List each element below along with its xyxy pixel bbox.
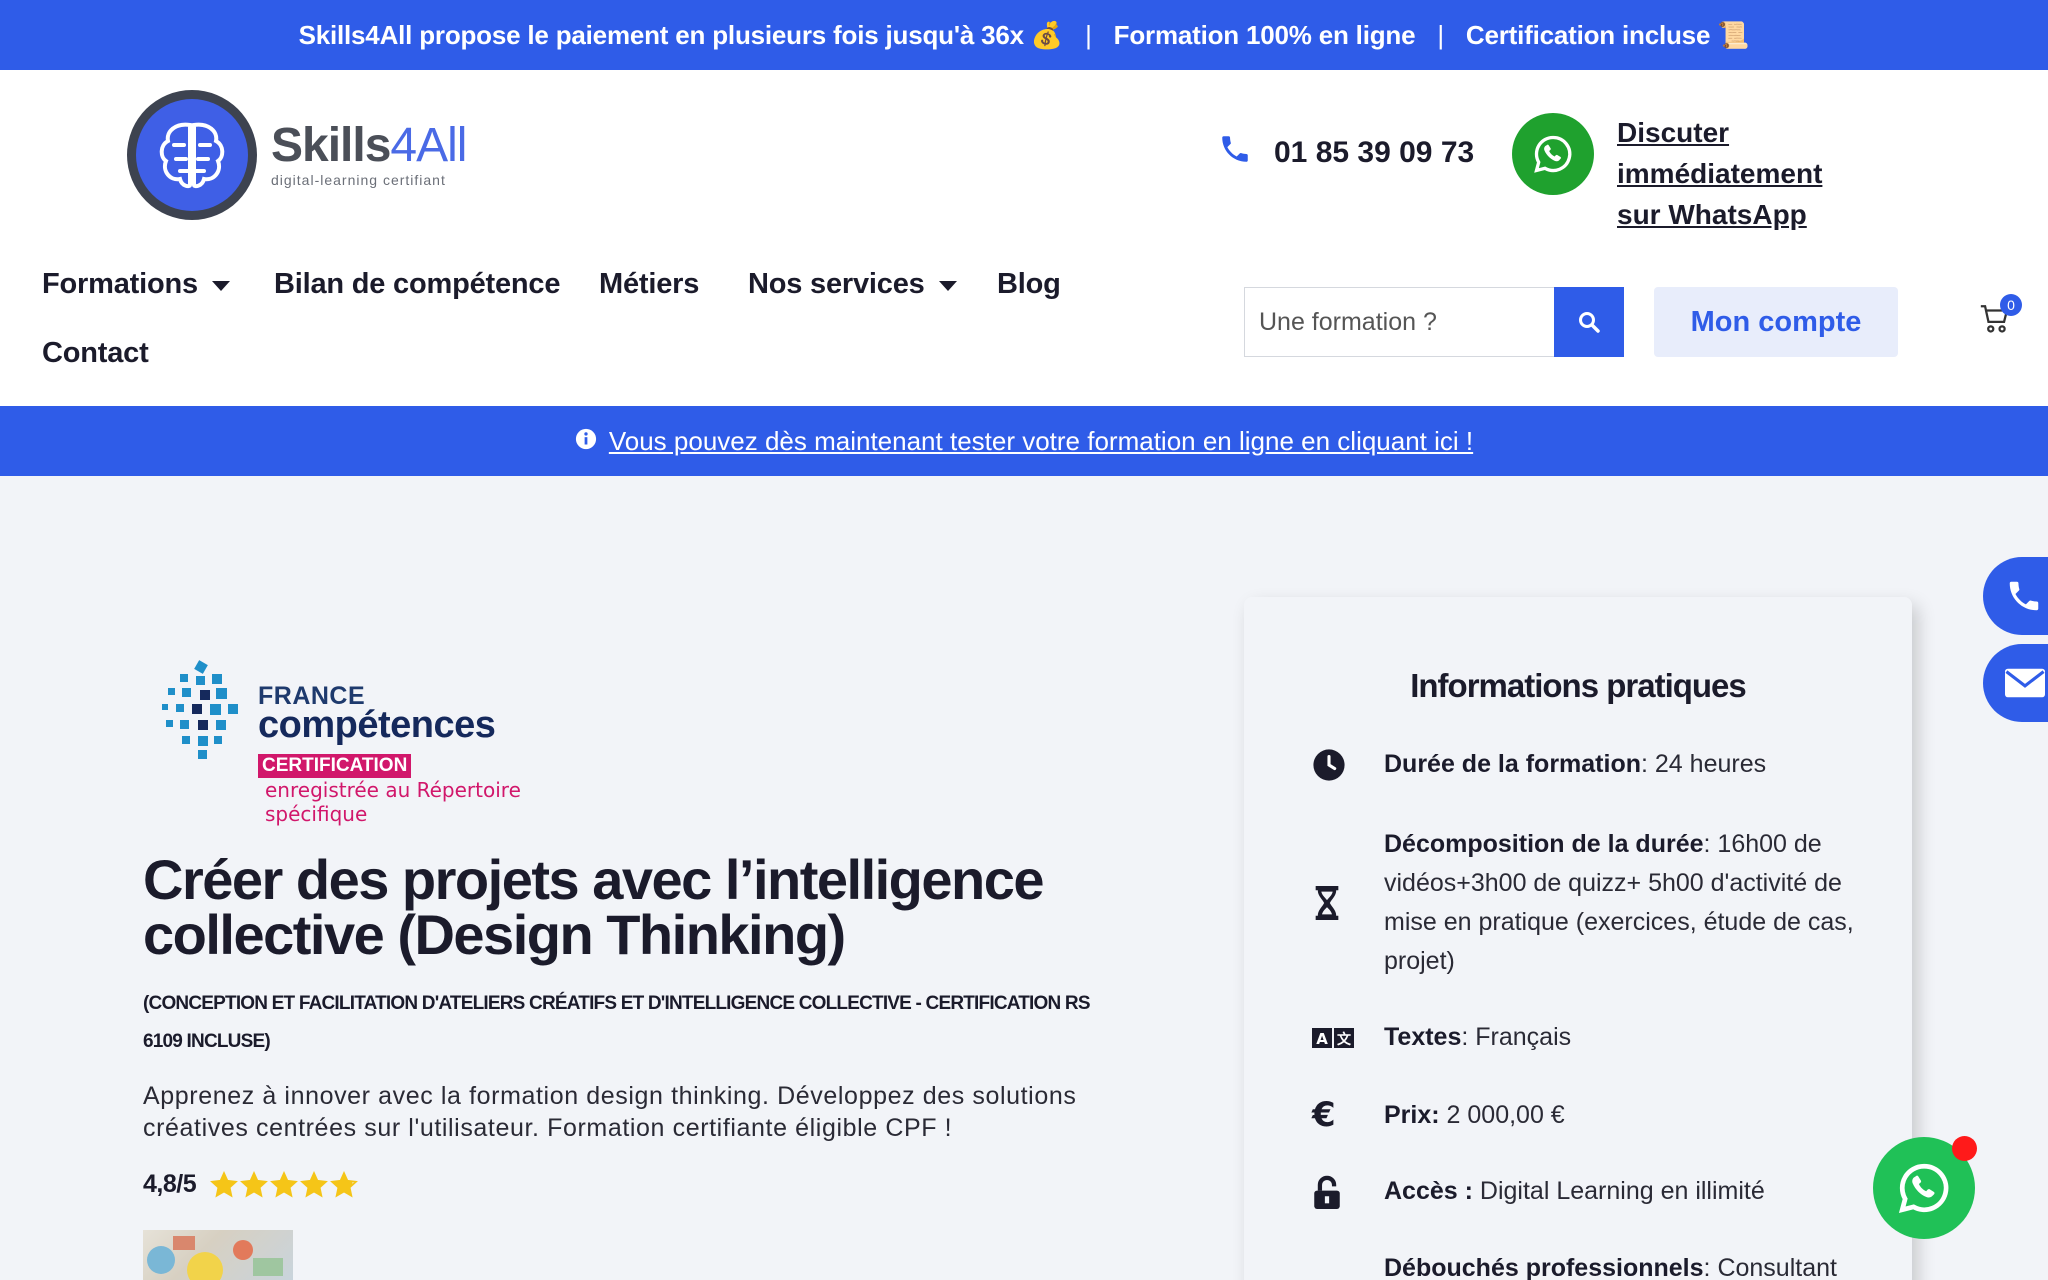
info-row-careers: Débouchés professionnels: Consultant — [1384, 1254, 1837, 1280]
info-row-language: A文 Textes: Français — [1312, 1018, 1872, 1057]
envelope-icon — [2005, 668, 2045, 698]
phone-number: 01 85 39 09 73 — [1274, 136, 1475, 169]
unlock-icon — [1312, 1175, 1362, 1209]
whatsapp-icon[interactable] — [1512, 113, 1594, 195]
clock-icon — [1312, 748, 1362, 782]
hexagon-cluster-icon — [162, 660, 238, 759]
svg-text:文: 文 — [1337, 1031, 1352, 1048]
site-header: Skills4All digital-learning certifiant 0… — [0, 70, 2048, 406]
france-competences-logo: FRANCE compétences CERTIFICATION enregis… — [158, 660, 618, 826]
test-formation-link[interactable]: Vous pouvez dès maintenant tester votre … — [609, 426, 1473, 457]
star-icon — [210, 1170, 239, 1197]
notification-dot — [1952, 1136, 1977, 1161]
nav-item-metiers[interactable]: Métiers — [599, 268, 699, 301]
nav-item-blog[interactable]: Blog — [997, 268, 1061, 301]
promo-bar: Skills4All propose le paiement en plusie… — [0, 0, 2048, 70]
nav-item-services[interactable]: Nos services — [748, 268, 957, 301]
cart-button[interactable]: 0 — [1978, 294, 2022, 342]
star-icon — [270, 1170, 299, 1197]
phone-contact[interactable]: 01 85 39 09 73 — [1218, 132, 1474, 174]
card-title: Informations pratiques — [1410, 667, 1747, 704]
course-rating: 4,8/5 — [143, 1170, 360, 1199]
star-icon — [300, 1170, 329, 1197]
floating-email-button[interactable] — [1983, 644, 2048, 722]
course-subtitle: (CONCEPTION ET FACILITATION D'ATELIERS C… — [143, 993, 1091, 1052]
cart-count-badge: 0 — [2000, 294, 2022, 316]
whatsapp-icon — [1898, 1163, 1949, 1214]
info-row-access: Accès : Digital Learning en illimité — [1312, 1172, 1872, 1211]
promo-online-text: Formation 100% en ligne — [1113, 19, 1416, 50]
floating-call-button[interactable] — [1983, 557, 2048, 635]
info-row-breakdown: Décomposition de la durée: 16h00 de vidé… — [1312, 825, 1872, 981]
hourglass-icon — [1312, 886, 1362, 920]
promo-payment-text: Skills4All propose le paiement en plusie… — [298, 19, 1064, 50]
logo-tagline: digital-learning certifiant — [271, 172, 446, 188]
nav-item-bilan[interactable]: Bilan de compétence — [274, 268, 560, 301]
search-bar — [1244, 287, 1624, 357]
promo-separator: | — [1437, 19, 1444, 50]
logo-brain-icon — [127, 90, 257, 220]
nav-item-contact[interactable]: Contact — [42, 337, 149, 370]
practical-info-card: Informations pratiques Durée de la forma… — [1244, 597, 1912, 1280]
whatsapp-chat-link[interactable]: Discuter immédiatement sur WhatsApp — [1617, 112, 1937, 235]
site-logo[interactable]: Skills4All digital-learning certifiant — [127, 90, 467, 220]
svg-text:A: A — [1316, 1030, 1328, 1048]
logo-wordmark: Skills4All — [271, 119, 467, 172]
info-icon — [575, 426, 597, 457]
promo-certification-text: Certification incluse 📜 — [1465, 19, 1750, 50]
star-icon — [240, 1170, 269, 1197]
info-row-duration: Durée de la formation: 24 heures — [1312, 745, 1872, 784]
search-input[interactable] — [1244, 287, 1554, 357]
caret-down-icon — [938, 280, 957, 291]
nav-item-formations[interactable]: Formations — [42, 268, 230, 301]
info-row-price: € Prix: 2 000,00 € — [1312, 1095, 1565, 1135]
rating-value: 4,8/5 — [143, 1170, 197, 1198]
course-description: Apprenez à innover avec la formation des… — [143, 1082, 1077, 1142]
info-banner: Vous pouvez dès maintenant tester votre … — [0, 406, 2048, 476]
search-icon — [1579, 312, 1600, 333]
search-button[interactable] — [1554, 287, 1624, 357]
translate-icon: A文 — [1312, 1026, 1362, 1050]
star-icon — [330, 1170, 359, 1197]
course-title: Créer des projets avec l’intelligence co… — [143, 848, 1045, 966]
phone-icon — [1218, 132, 1252, 174]
euro-icon: € — [1312, 1095, 1336, 1135]
rating-stars — [210, 1170, 360, 1199]
caret-down-icon — [211, 280, 230, 291]
account-button[interactable]: Mon compte — [1654, 287, 1898, 357]
promo-separator: | — [1085, 19, 1092, 50]
course-thumbnail-image[interactable] — [143, 1230, 293, 1280]
phone-icon — [2009, 581, 2039, 611]
